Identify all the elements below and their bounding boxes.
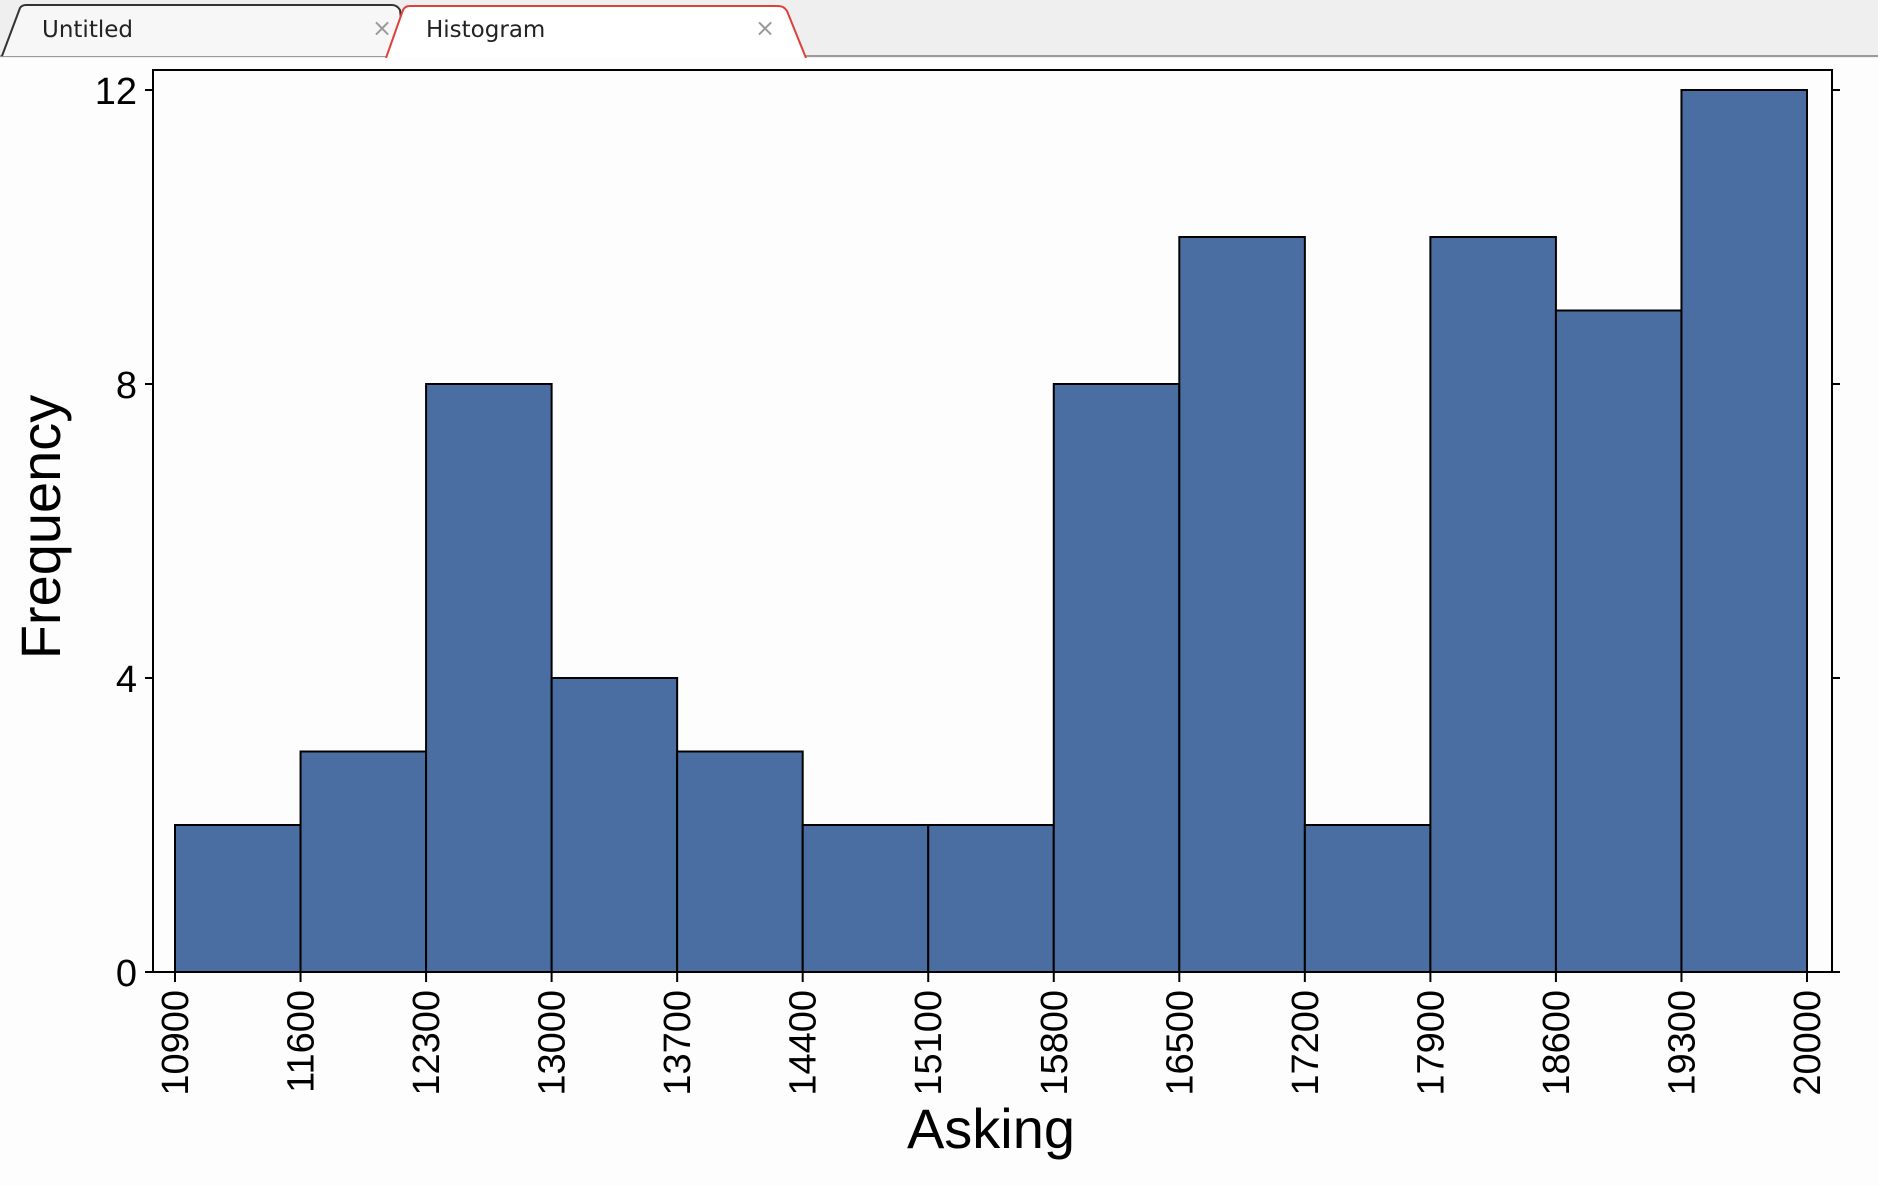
histogram-bar [1554,309,1683,973]
x-tick-label: 18600 [1536,990,1578,1096]
x-tick-label: 13700 [657,990,699,1096]
histogram-bar [1052,383,1181,973]
histogram-chart: 0 4 8 12 10900 11600 12300 13000 13700 14400 1510… [0,58,1878,1186]
x-tick-label: 15800 [1034,990,1076,1096]
histogram-bar [550,677,679,973]
histogram-bar [299,750,428,973]
x-tick-label: 11600 [281,990,323,1093]
x-tick-label: 15100 [908,990,950,1096]
y-axis-label: Frequency [9,395,72,660]
x-tick-label: 10900 [155,990,197,1096]
tab-untitled-close-icon[interactable]: × [372,16,392,40]
x-tick-label: 14400 [783,990,825,1096]
histogram-bar [1429,236,1557,973]
histogram-bar [1303,824,1432,973]
y-tick-label: 8 [116,365,137,407]
tab-histogram-label[interactable]: Histogram [426,17,545,43]
histogram-bar [425,383,553,973]
x-axis-label: Asking [907,1097,1075,1160]
bars-group [174,89,1809,973]
histogram-bar [676,750,804,973]
chart-svg: 0 4 8 12 10900 11600 12300 13000 13700 14400 1510… [9,69,1840,1160]
tab-bar: Untitled × Histogram × [0,0,1878,58]
y-tick-label: 0 [116,953,137,995]
x-tick-label: 13000 [532,990,574,1096]
x-tick-label: 17900 [1410,990,1452,1096]
tab-histogram-close-icon[interactable]: × [755,16,775,40]
x-tick-label: 20000 [1787,990,1829,1096]
tab-untitled-label[interactable]: Untitled [42,17,133,43]
x-tick-label: 17200 [1285,990,1327,1096]
histogram-bar [927,824,1055,973]
histogram-bar [174,824,302,973]
x-tick-label: 16500 [1159,990,1201,1096]
y-tick-label: 4 [116,659,137,701]
y-tick-label: 12 [95,71,137,113]
histogram-bar [1178,236,1306,973]
x-tick-label: 12300 [406,990,448,1096]
tab-bar-shapes [0,4,1878,58]
x-tick-label: 19300 [1661,990,1703,1096]
x-axis-ticks: 10900 11600 12300 13000 13700 14400 15100 15800… [155,972,1829,1096]
histogram-bar [801,824,930,973]
histogram-bar [1680,89,1809,973]
